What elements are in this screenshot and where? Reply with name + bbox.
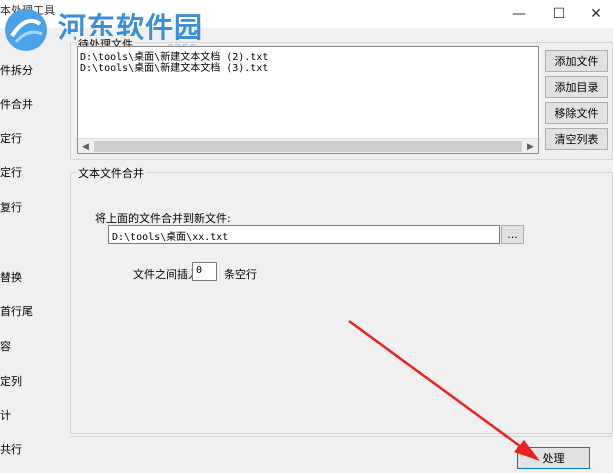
process-button[interactable]: 处理: [517, 447, 590, 469]
window-title: 本处理工具: [0, 4, 55, 17]
remove-file-button[interactable]: 移除文件: [545, 102, 608, 124]
sidebar-item-fixed-line-1[interactable]: 定行: [0, 130, 22, 146]
sidebar: 件拆分 件合并 定行 定行 复行 替换 首行尾 容 定列 计 共行: [0, 28, 62, 473]
sidebar-item-content[interactable]: 容: [0, 338, 11, 354]
merge-group-title: 文本文件合并: [76, 165, 146, 181]
blank-lines-prefix: 文件之间插入: [133, 268, 199, 281]
sidebar-item-head-tail[interactable]: 首行尾: [0, 303, 33, 319]
sidebar-item-replace[interactable]: 替换: [0, 269, 22, 285]
pending-files-list[interactable]: D:\tools\桌面\新建文本文档 (2).txt D:\tools\桌面\新…: [77, 46, 539, 154]
sidebar-item-fixed-line-2[interactable]: 定行: [0, 164, 22, 180]
horizontal-scrollbar[interactable]: ◀ ▶: [78, 138, 538, 153]
title-bar: 本处理工具 — ☐ ✕: [0, 0, 613, 28]
sidebar-item-duplicate-line[interactable]: 复行: [0, 199, 22, 215]
scrollbar-thumb[interactable]: [94, 141, 522, 152]
blank-lines-input[interactable]: 0: [192, 262, 217, 281]
clear-list-button[interactable]: 清空列表: [545, 128, 608, 150]
add-folder-button[interactable]: 添加目录: [545, 76, 608, 98]
merge-target-field[interactable]: D:\tools\桌面\xx.txt: [108, 225, 500, 244]
list-item[interactable]: D:\tools\桌面\新建文本文档 (3).txt: [80, 63, 268, 75]
browse-button[interactable]: ...: [501, 225, 524, 244]
sidebar-item-fixed-column[interactable]: 定列: [0, 373, 22, 389]
sidebar-item-common-lines[interactable]: 共行: [0, 441, 22, 457]
merge-target-label: 将上面的文件合并到新文件:: [95, 212, 231, 225]
sidebar-item-merge[interactable]: 件合并: [0, 96, 33, 112]
blank-lines-suffix: 条空行: [224, 268, 257, 281]
add-file-button[interactable]: 添加文件: [545, 50, 608, 72]
close-button[interactable]: ✕: [573, 0, 613, 28]
scroll-right-icon[interactable]: ▶: [523, 139, 538, 154]
sidebar-item-stats[interactable]: 计: [0, 407, 11, 423]
sidebar-item-split[interactable]: 件拆分: [0, 62, 33, 78]
scroll-left-icon[interactable]: ◀: [78, 139, 93, 154]
